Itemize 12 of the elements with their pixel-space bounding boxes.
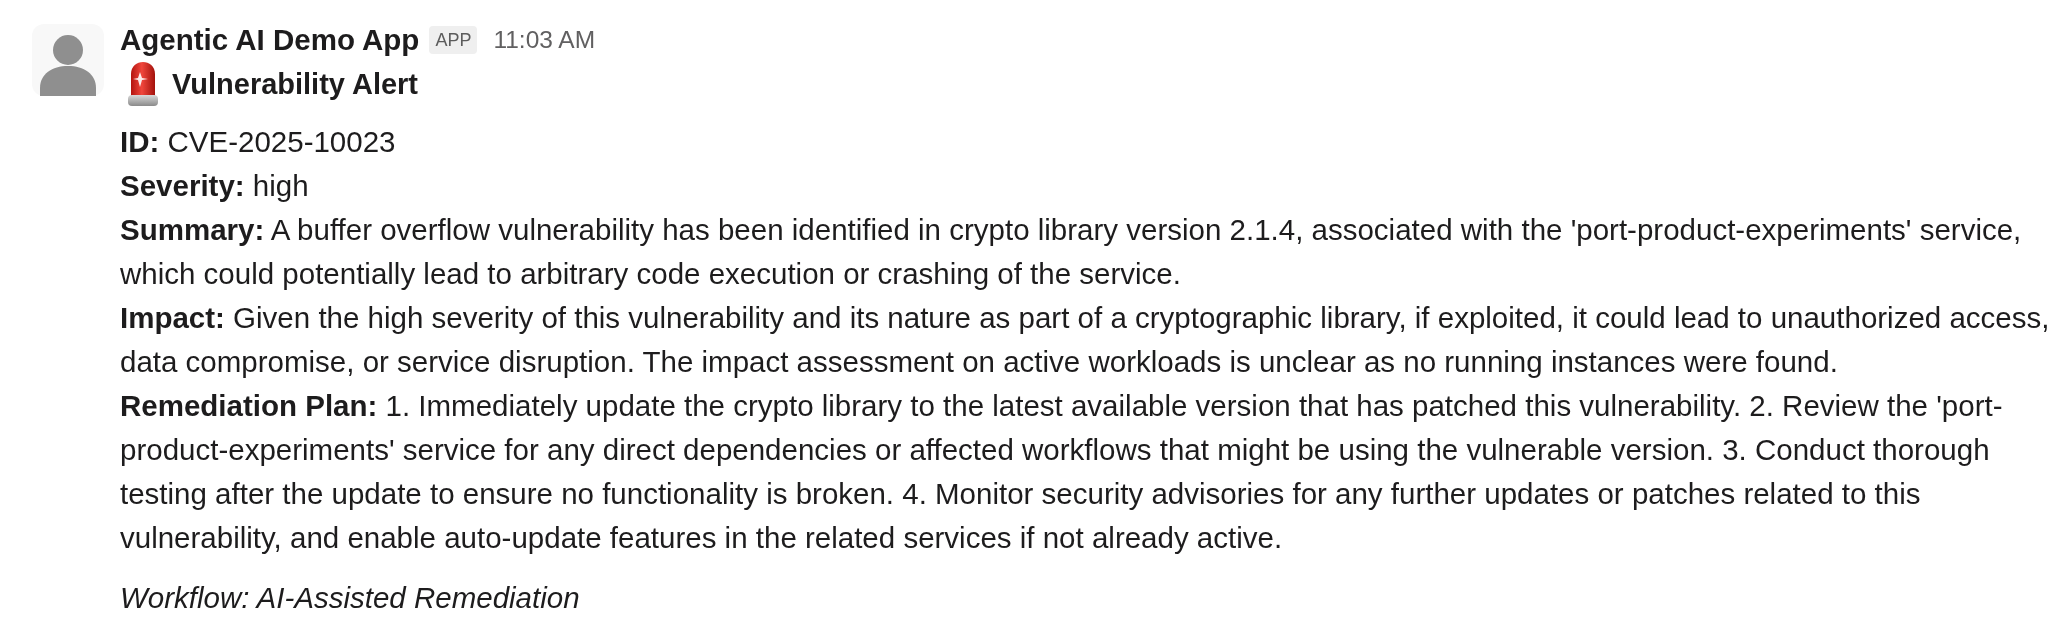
app-badge: APP	[429, 26, 478, 54]
alert-field-text: Impact: Given the high severity of this vulnerability and its nature as part of a cryptographic library, if exploited, it could lead to unauthorized access, data compromise, or service disruption. The impact assessment on active workloads is unclear as no running instances were found.	[120, 300, 2051, 380]
alert-title: Vulnerability Alert	[172, 67, 419, 102]
alert-field-text: Remediation Plan: 1. Immediately update the crypto library to the latest available version that has patched this vulnerability. 2. Review the 'port-product-experiments' service for any direct dependencies or affected workflows that might be using the vulnerable version. 3. Conduct thorough testing after the update to ensure no functionality is broken. 4. Monitor security advisories for any further updates or patches related to this vulnerability, and enable auto-update features in the related services if not already active.	[120, 388, 2004, 556]
message-time[interactable]: 11:03 AM	[493, 25, 596, 55]
workflow-note: Workflow: AI-Assisted Remediation	[120, 580, 581, 616]
sender-name[interactable]: Agentic AI Demo App	[120, 22, 420, 58]
alert-field-text: Summary: A buffer overflow vulnerability has been identified in crypto library version 2.1.4, associated with the 'port-product-experiments' service, which could potentially lead to arbitrary code execution or crashing of the service.	[120, 212, 2023, 292]
siren-icon	[126, 62, 160, 106]
alert-field-text: Severity: high	[120, 168, 310, 204]
alert-field-text: ID: CVE-2025-10023	[120, 124, 397, 160]
avatar-silhouette-icon[interactable]	[32, 24, 104, 96]
